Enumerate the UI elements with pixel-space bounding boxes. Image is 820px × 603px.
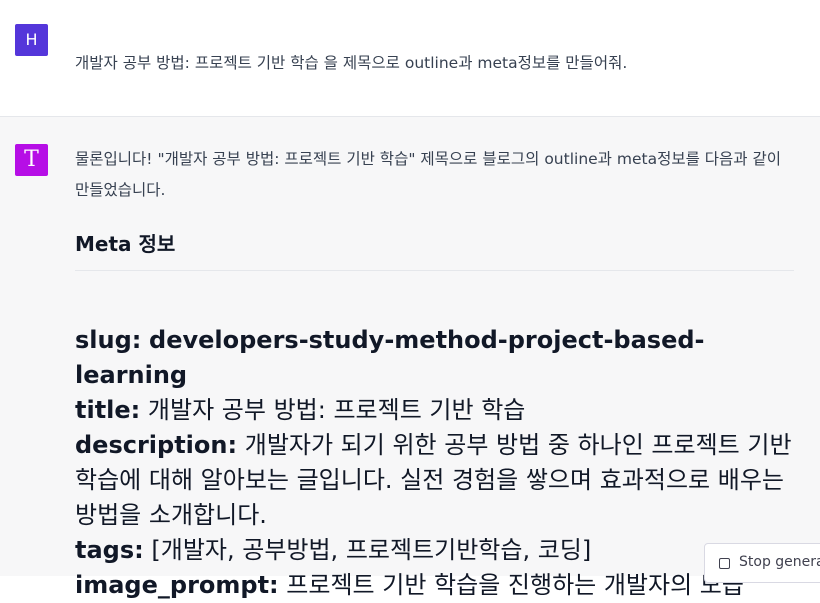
stop-generating-label: Stop generating bbox=[739, 554, 820, 570]
meta-list: slug: developers-study-method-project-ba… bbox=[75, 323, 800, 603]
user-message-text: 개발자 공부 방법: 프로젝트 기반 학습 을 제목으로 outline과 me… bbox=[75, 54, 628, 72]
meta-value: developers-study-method-project-based-le… bbox=[75, 326, 705, 389]
meta-value: [개발자, 공부방법, 프로젝트기반학습, 코딩] bbox=[151, 536, 592, 564]
meta-value: 개발자 공부 방법: 프로젝트 기반 학습 bbox=[147, 396, 526, 424]
meta-item-description: description: 개발자가 되기 위한 공부 방법 중 하나인 프로젝트… bbox=[75, 428, 800, 533]
user-message-row: H 개발자 공부 방법: 프로젝트 기반 학습 을 제목으로 outline과 … bbox=[0, 0, 820, 117]
assistant-message-row: T 물론입니다! "개발자 공부 방법: 프로젝트 기반 학습" 제목으로 블로… bbox=[0, 117, 820, 599]
assistant-intro-text: 물론입니다! "개발자 공부 방법: 프로젝트 기반 학습" 제목으로 블로그의… bbox=[75, 150, 782, 199]
meta-key: tags: bbox=[75, 536, 144, 564]
meta-key: slug: bbox=[75, 326, 142, 354]
stop-generating-button[interactable]: Stop generating bbox=[704, 543, 820, 583]
meta-item-image-prompt: image_prompt: 프로젝트 기반 학습을 진행하는 개발자의 모습 bbox=[75, 568, 800, 603]
meta-key: description: bbox=[75, 431, 238, 459]
meta-key: title: bbox=[75, 396, 141, 424]
assistant-logo-icon: T bbox=[15, 144, 48, 176]
divider bbox=[75, 270, 794, 271]
user-avatar: H bbox=[15, 24, 48, 56]
meta-item-tags: tags: [개발자, 공부방법, 프로젝트기반학습, 코딩] bbox=[75, 533, 800, 568]
meta-key: image_prompt: bbox=[75, 571, 279, 599]
meta-item-slug: slug: developers-study-method-project-ba… bbox=[75, 323, 800, 393]
meta-heading: Meta 정보 bbox=[75, 232, 176, 256]
meta-value: 프로젝트 기반 학습을 진행하는 개발자의 모습 bbox=[286, 571, 744, 599]
stop-square-icon bbox=[719, 558, 730, 569]
meta-item-title: title: 개발자 공부 방법: 프로젝트 기반 학습 bbox=[75, 393, 800, 428]
